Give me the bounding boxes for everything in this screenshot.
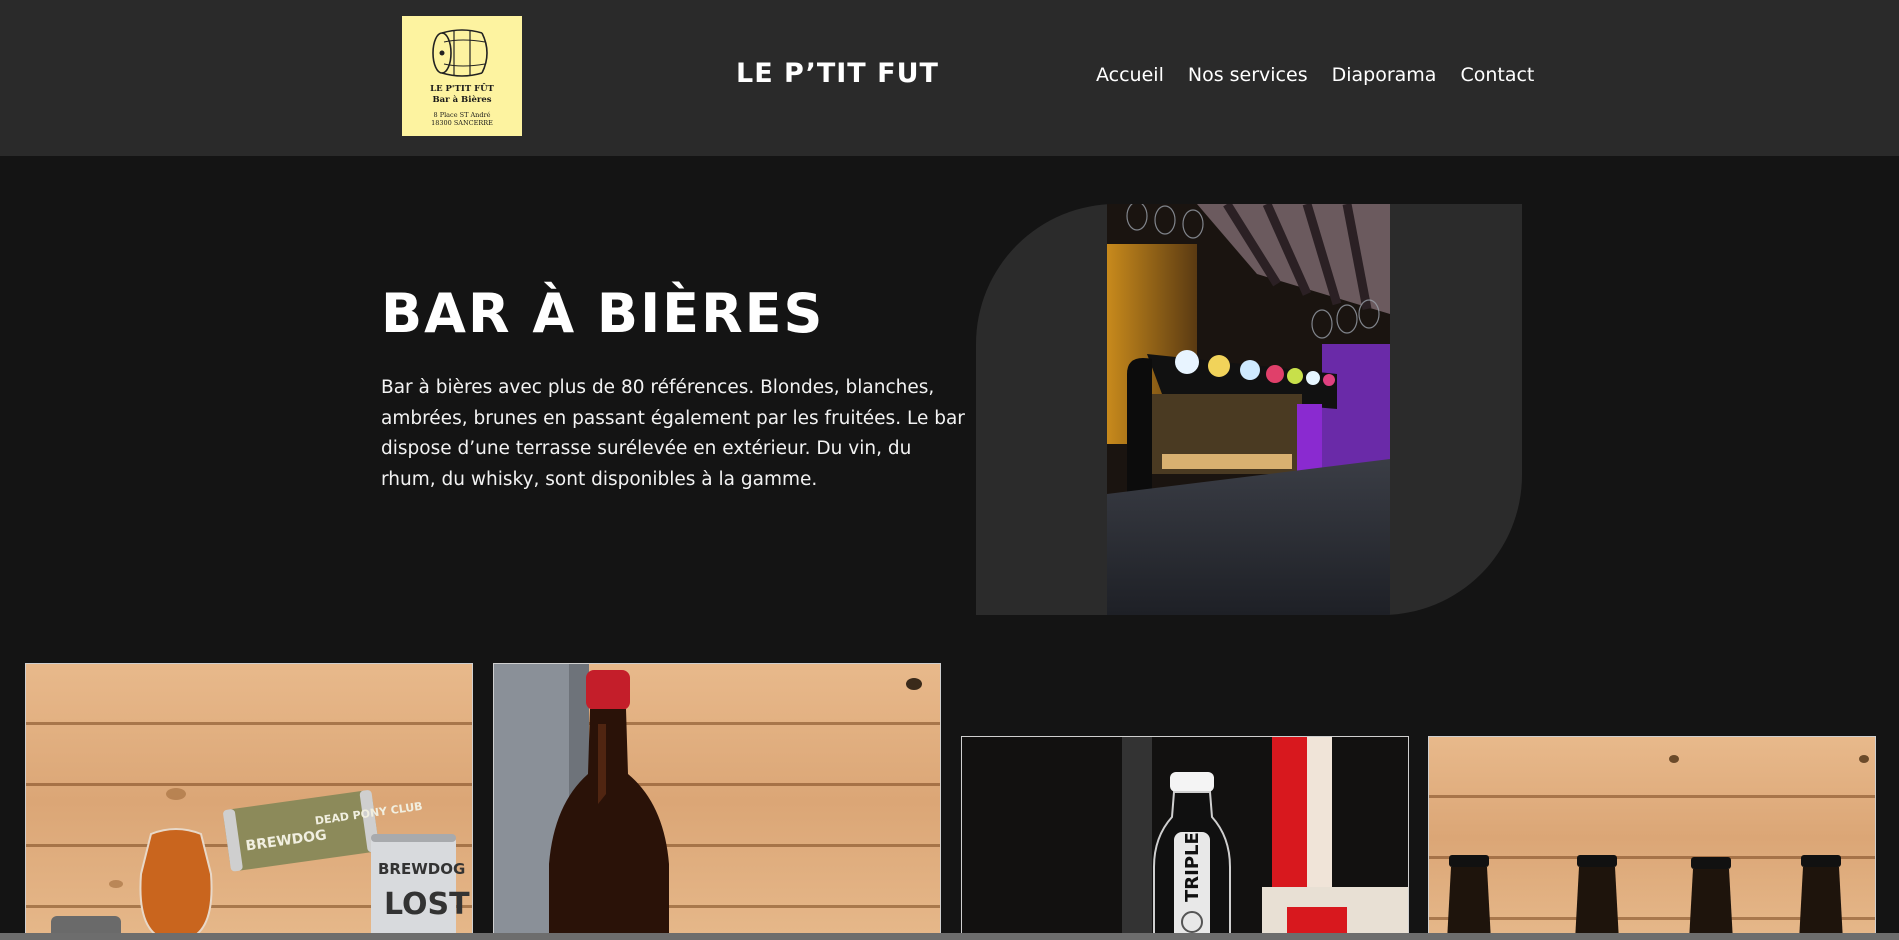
gallery-image-dark-beer-bottle[interactable]: [493, 663, 941, 940]
site-header: LE P'TIT FÛT Bar à Bières 8 Place ST And…: [0, 0, 1899, 156]
gallery-image-beer-bottles-row[interactable]: [1428, 736, 1876, 940]
can2-brand: BREWDOG: [378, 860, 465, 878]
nav-link-nos-services[interactable]: Nos services: [1188, 64, 1308, 86]
bar-tap-photo: [1107, 204, 1390, 615]
triple-beer-bottle-photo: TRIPLE: [962, 737, 1408, 939]
hero-description: Bar à bières avec plus de 80 références.…: [381, 377, 965, 490]
logo-address-line1: 8 Place ST André: [433, 111, 491, 119]
horizontal-scrollbar[interactable]: [0, 933, 1899, 940]
logo-address: 8 Place ST André 18300 SANCERRE: [402, 111, 522, 127]
logo-name: LE P'TIT FÛT Bar à Bières: [402, 84, 522, 106]
site-title[interactable]: LE P’TIT FUT: [736, 58, 939, 89]
hero-title: BAR À BIÈRES: [381, 282, 825, 345]
can2-name: LOST: [384, 887, 470, 922]
main-nav: Accueil Nos services Diaporama Contact: [1096, 64, 1534, 86]
gallery-image-triple-bottle[interactable]: TRIPLE: [961, 736, 1409, 940]
beer-bottles-row-photo: [1447, 755, 1869, 939]
barrel-icon: [432, 29, 488, 77]
nav-link-diaporama[interactable]: Diaporama: [1332, 64, 1437, 86]
dark-beer-bottle-photo: [494, 664, 922, 939]
triple-label: TRIPLE: [1182, 832, 1203, 902]
logo-address-line2: 18300 SANCERRE: [431, 119, 493, 127]
gallery-image-brewdog-cans[interactable]: BREWDOG DEAD PONY CLUB BREWDOG LOST: [25, 663, 473, 940]
logo-name-line1: LE P'TIT FÛT: [430, 84, 494, 94]
brewdog-cans-photo: BREWDOG DEAD PONY CLUB BREWDOG LOST: [51, 788, 470, 939]
site-logo[interactable]: LE P'TIT FÛT Bar à Bières 8 Place ST And…: [402, 16, 522, 136]
nav-link-accueil[interactable]: Accueil: [1096, 64, 1164, 86]
nav-link-contact[interactable]: Contact: [1460, 64, 1534, 86]
logo-name-line2: Bar à Bières: [432, 95, 492, 105]
